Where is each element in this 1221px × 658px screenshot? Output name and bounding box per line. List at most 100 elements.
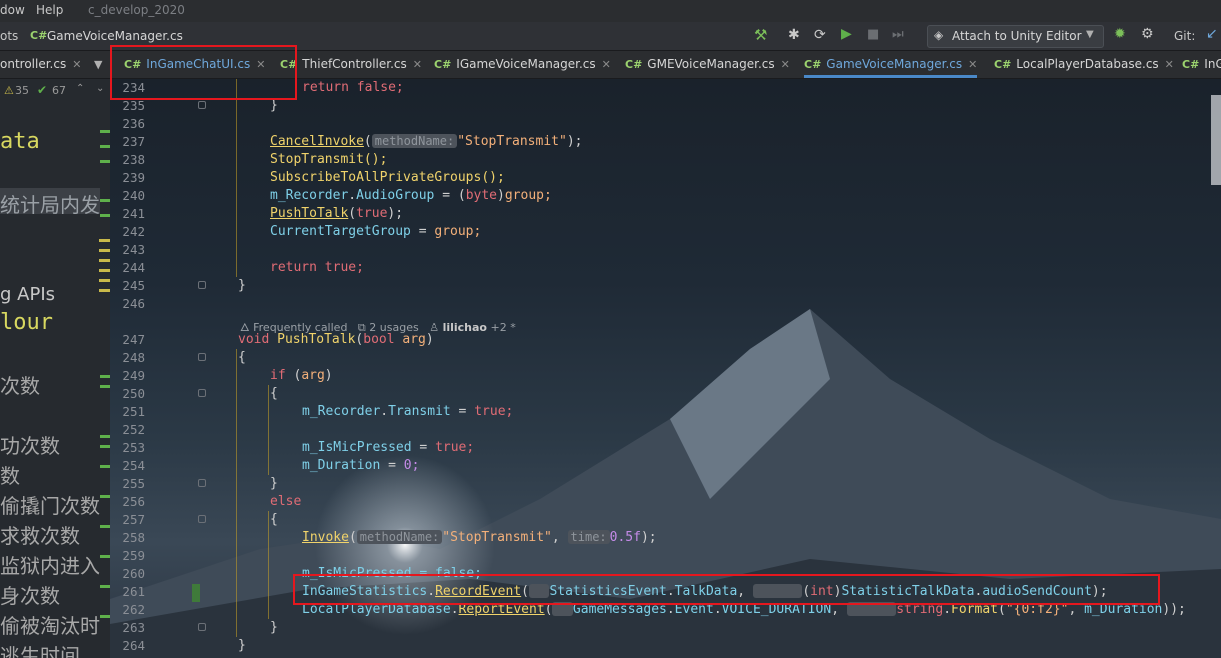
code-line[interactable]: m_Recorder.AudioGroup = (byte)group; [270,188,552,203]
close-icon[interactable]: ✕ [1165,58,1174,71]
code-line[interactable]: m_Recorder.Transmit = true; [302,404,513,419]
tab-controller[interactable]: ontroller.cs ✕ [0,51,81,78]
code-line[interactable]: void PushToTalk(bool arg) [238,332,434,347]
settings-icon[interactable]: ⚙ [1141,26,1154,42]
debug-bug-icon[interactable]: ✱ [788,27,800,43]
line-number: 250 [122,386,145,401]
tab-label: IGameVoiceManager.cs [456,57,596,71]
step-icon[interactable]: ⏭ [892,27,904,42]
tab-gmevoicemanager[interactable]: C# GMEVoiceManager.cs ✕ [625,51,790,78]
tab-localplayerdatabase[interactable]: C# LocalPlayerDatabase.cs ✕ [994,51,1174,78]
code-line[interactable]: SubscribeToAllPrivateGroups(); [270,170,505,185]
run-play-icon[interactable]: ▶ [841,26,852,42]
code-line[interactable]: } [238,278,246,293]
tab-label: InGa [1204,57,1221,71]
project-title: c_develop_2020 [88,3,185,17]
code-token: SubscribeToAllPrivateGroups(); [270,170,505,185]
breadcrumb-file[interactable]: GameVoiceManager.cs [47,29,183,43]
left-text: 偷撬门次数 [0,494,100,518]
fold-marker[interactable] [198,353,206,361]
fold-marker[interactable] [198,623,206,631]
line-number: 236 [122,116,145,131]
scrollbar-preview[interactable] [1211,95,1221,185]
inlay-hint: time: [567,530,610,544]
line-number: 246 [122,296,145,311]
menu-window[interactable]: dow [0,3,25,17]
code-line[interactable]: } [270,98,278,113]
git-update-icon[interactable]: ↙ [1206,26,1218,42]
code-token: CancelInvoke [270,134,364,149]
fold-marker[interactable] [198,101,206,109]
code-line[interactable]: CurrentTargetGroup = group; [270,224,481,239]
line-number: 252 [122,422,145,437]
left-text: ata [0,129,40,154]
line-number: 241 [122,206,145,221]
code-token: else [270,494,302,509]
left-text: lour [0,310,53,335]
close-icon[interactable]: ✕ [602,58,611,71]
line-number: 245 [122,278,145,293]
code-token: "StopTransmit" [457,134,567,149]
code-token: arg [301,368,325,383]
left-text: 次数 [0,374,40,398]
close-icon[interactable]: ✕ [781,58,790,71]
code-line[interactable]: return false; [302,80,404,95]
code-line[interactable]: { [238,350,246,365]
tab-list-chevron-icon[interactable]: ▼ [94,58,102,71]
code-token: m_Duration [302,458,381,473]
code-line[interactable]: { [270,386,278,401]
line-number: 251 [122,404,145,419]
code-line[interactable]: else [270,494,301,509]
tab-gamevoicemanager[interactable]: C# GameVoiceManager.cs ✕ [804,51,978,78]
code-line[interactable]: PushToTalk(true); [270,206,403,221]
tab-label: ontroller.cs [0,57,67,71]
fold-marker[interactable] [198,479,206,487]
debug-beetle-icon[interactable]: ✹ [1114,26,1126,42]
git-label[interactable]: Git: [1174,29,1195,43]
fold-marker[interactable] [198,515,206,523]
close-icon[interactable]: ✕ [968,58,977,71]
code-token: m_Recorder [302,404,381,419]
line-number: 244 [122,260,145,275]
code-line[interactable]: CancelInvoke(methodName: "StopTransmit"); [270,134,582,149]
vcs-change-marker[interactable] [192,584,200,602]
code-line[interactable]: StopTransmit(); [270,152,387,167]
line-number: 258 [122,530,145,545]
next-highlight-icon[interactable]: ⌄ [96,83,104,94]
code-line[interactable]: } [238,638,246,653]
code-line[interactable]: Invoke(methodName: "StopTransmit", time: 0… [302,530,657,545]
close-icon[interactable]: ✕ [72,58,81,71]
code-line[interactable]: { [270,512,278,527]
tab-igamevoicemanager[interactable]: C# IGameVoiceManager.cs ✕ [434,51,611,78]
code-editor[interactable]: 234 235 236 237 238 239 240 241 242 243 … [110,79,1221,658]
code-line[interactable]: if (arg) [270,368,333,383]
menu-help[interactable]: Help [36,3,63,17]
code-token: group; [504,188,552,203]
tab-label: GameVoiceManager.cs [826,57,963,71]
code-line[interactable]: } [270,476,278,491]
checks-count: 67 [52,84,66,97]
fold-marker[interactable] [198,281,206,289]
code-line[interactable]: return true; [270,260,364,275]
tab-label: GMEVoiceManager.cs [647,57,775,71]
code-line[interactable]: m_IsMicPressed = true; [302,440,474,455]
prev-highlight-icon[interactable]: ⌃ [76,83,84,94]
code-token: { [270,512,278,527]
codelens-author[interactable]: lilichao [443,321,487,334]
tab-thiefcontroller[interactable]: C# ThiefController.cs ✕ [280,51,422,78]
refresh-icon[interactable]: ⟳ [814,27,826,43]
attach-unity-dropdown[interactable]: ◈ Attach to Unity Editor ▼ [927,25,1104,48]
left-text: 监狱内进入 [0,554,100,578]
code-line[interactable]: } [270,620,278,635]
build-hammer-icon[interactable]: ⚒ [754,26,767,44]
line-number: 253 [122,440,145,455]
line-number: 242 [122,224,145,239]
close-icon[interactable]: ✕ [413,58,422,71]
code-line[interactable]: m_Duration = 0; [302,458,419,473]
code-token: } [270,620,278,635]
left-text: g APIs [0,284,56,305]
breadcrumb-prefix[interactable]: ots [0,29,18,43]
fold-marker[interactable] [198,389,206,397]
tab-inga[interactable]: C# InGa [1182,51,1221,78]
stop-icon[interactable]: ■ [867,27,879,42]
